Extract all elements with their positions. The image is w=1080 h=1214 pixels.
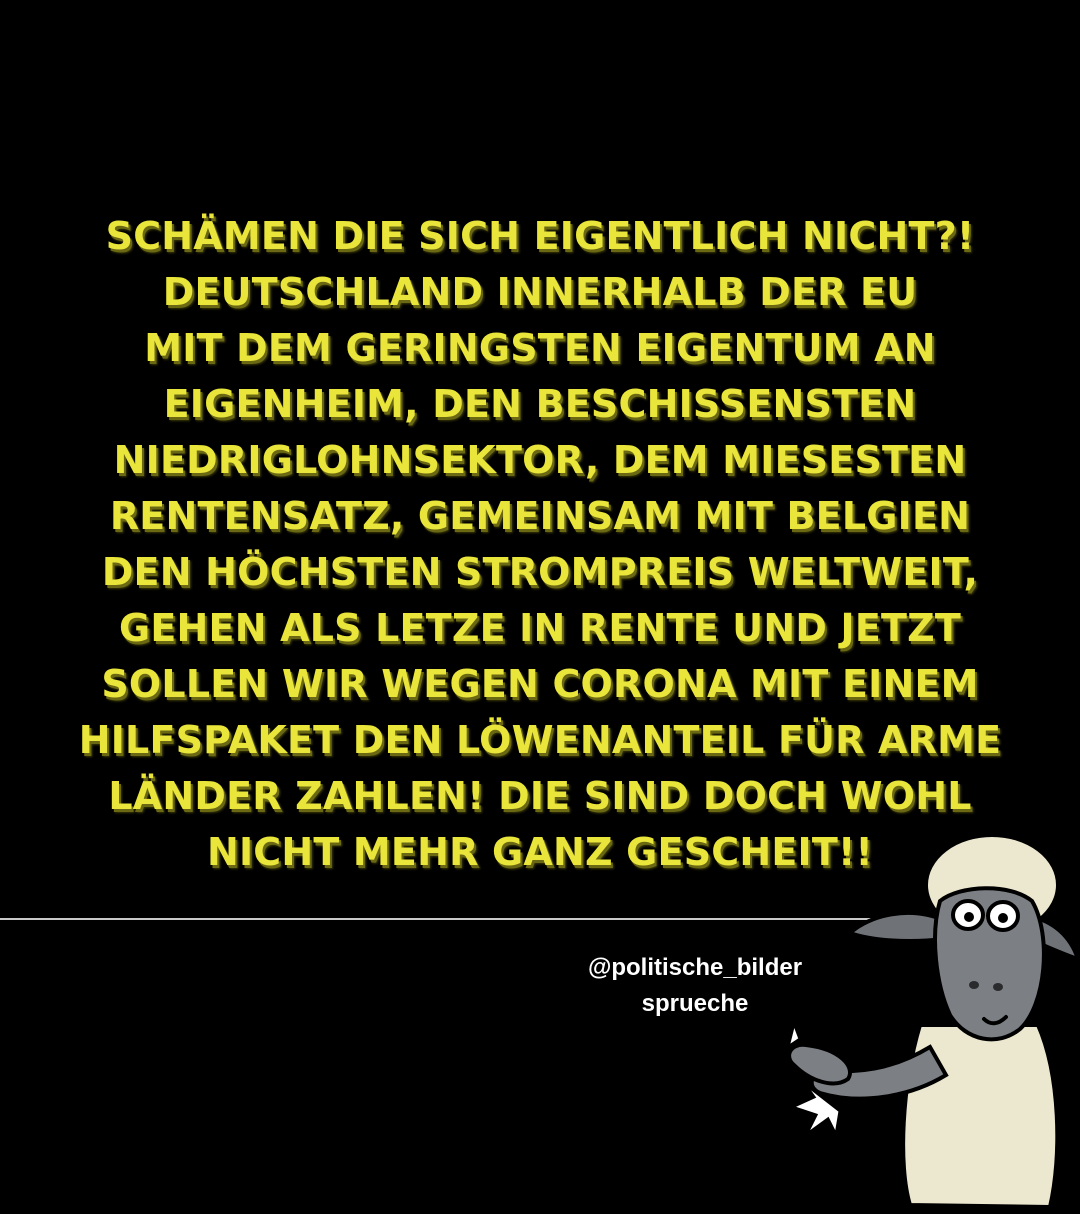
cartoon-sheep-illustration	[785, 835, 1080, 1210]
quote-line: MIT DEM GERINGSTEN EIGENTUM AN	[144, 326, 936, 370]
quote-line: LÄNDER ZAHLEN! DIE SIND DOCH WOHL	[108, 774, 972, 818]
quote-line: DEN HÖCHSTEN STROMPREIS WELTWEIT,	[101, 550, 979, 594]
quote-line: DEUTSCHLAND INNERHALB DER EU	[162, 270, 918, 314]
quote-line: RENTENSATZ, GEMEINSAM MIT BELGIEN	[109, 494, 971, 538]
quote-line: SCHÄMEN DIE SICH EIGENTLICH NICHT?!	[105, 214, 975, 258]
quote-text: SCHÄMEN DIE SICH EIGENTLICH NICHT?! DEUT…	[0, 208, 1080, 880]
divider-line	[0, 918, 890, 920]
quote-line: GEHEN ALS LETZE IN RENTE UND JETZT	[118, 606, 962, 650]
quote-line: EIGENHEIM, DEN BESCHISSENSTEN	[163, 382, 917, 426]
quote-line: SOLLEN WIR WEGEN CORONA MIT EINEM	[101, 662, 979, 706]
quote-line: HILFSPAKET DEN LÖWENANTEIL FÜR ARME	[78, 718, 1002, 762]
quote-line: NIEDRIGLOHNSEKTOR, DEM MIESESTEN	[113, 438, 967, 482]
